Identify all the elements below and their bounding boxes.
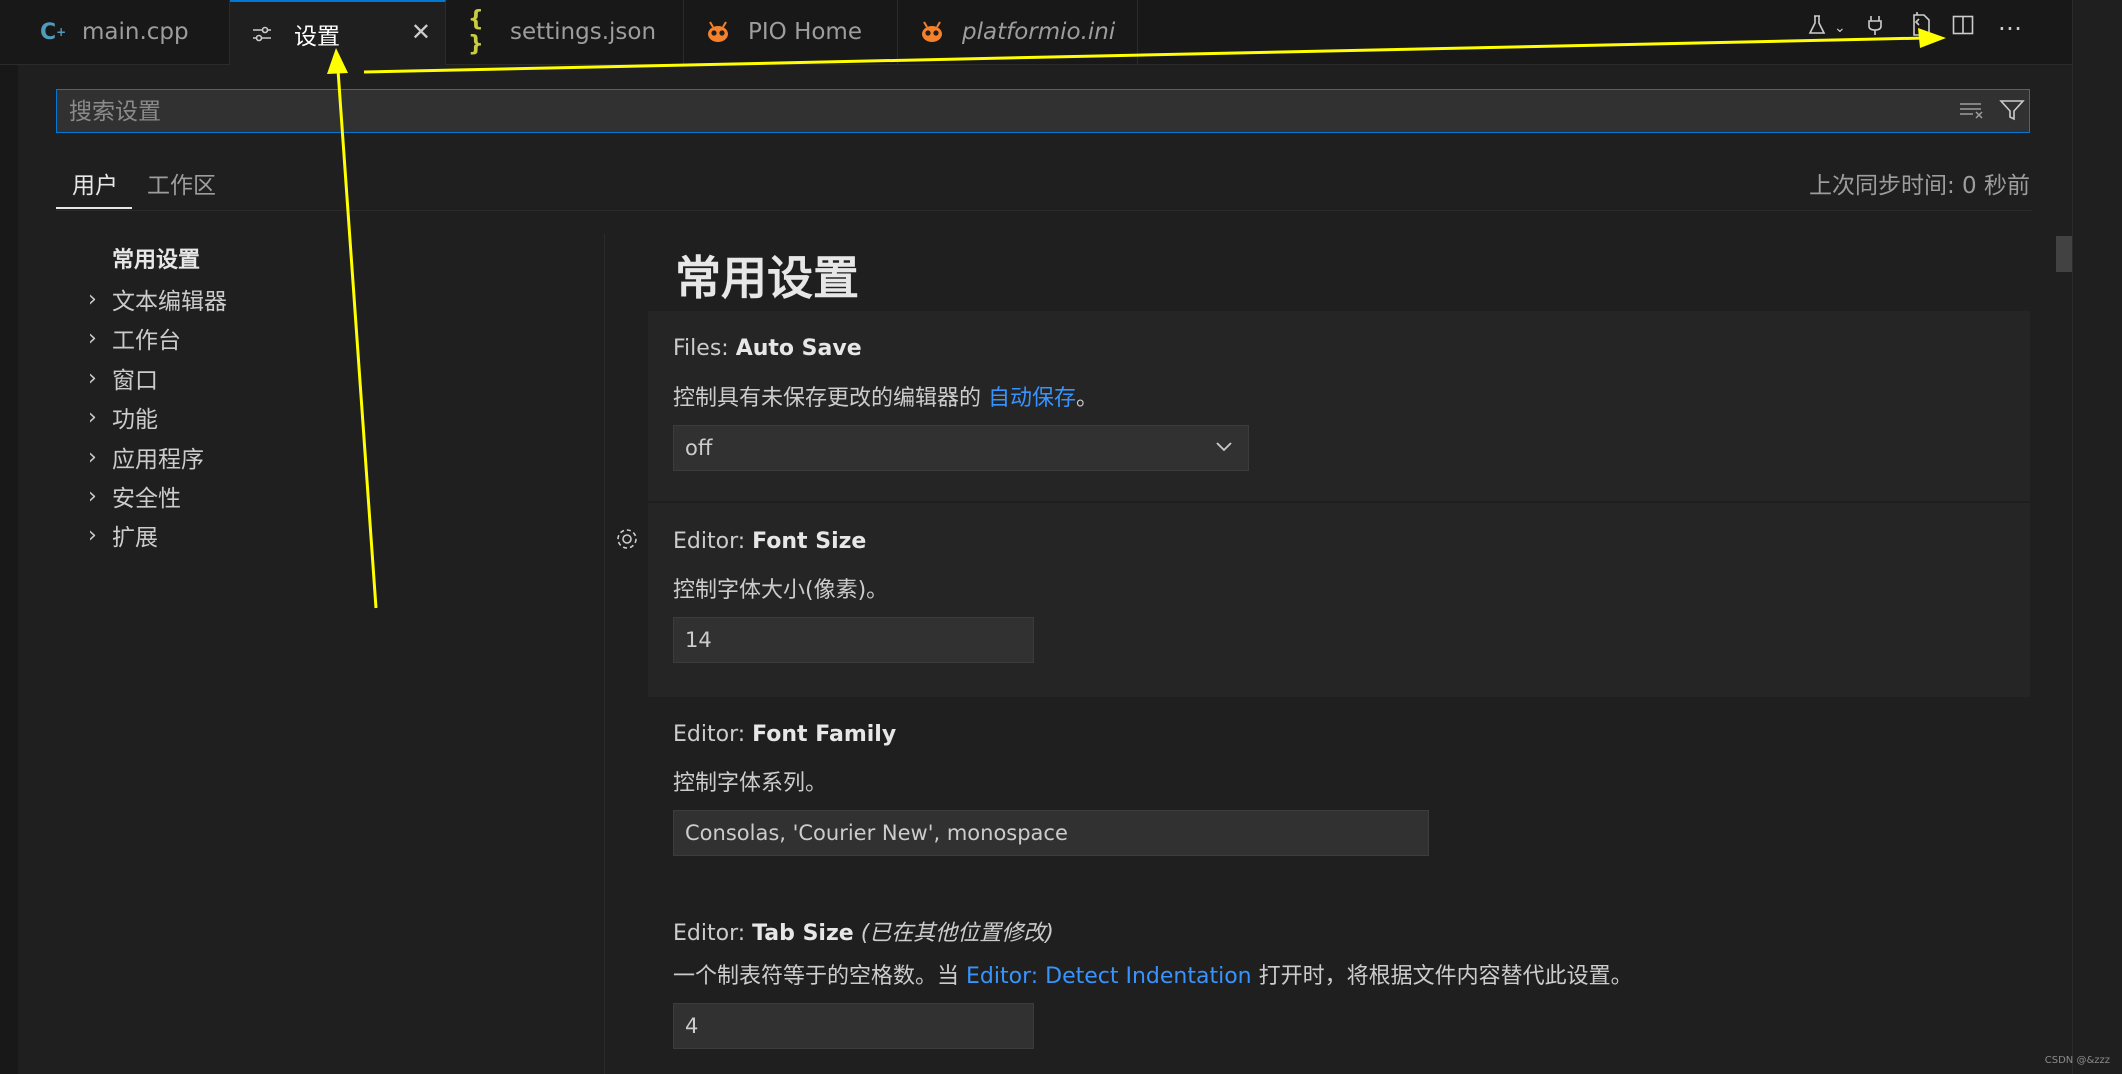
annotation-arrowhead: [1918, 28, 1946, 48]
annotation-arrowhead: [327, 48, 348, 74]
annotation-arrow: [336, 69, 378, 609]
annotation-arrow: [363, 36, 1927, 74]
annotation-arrows: [327, 28, 1946, 609]
